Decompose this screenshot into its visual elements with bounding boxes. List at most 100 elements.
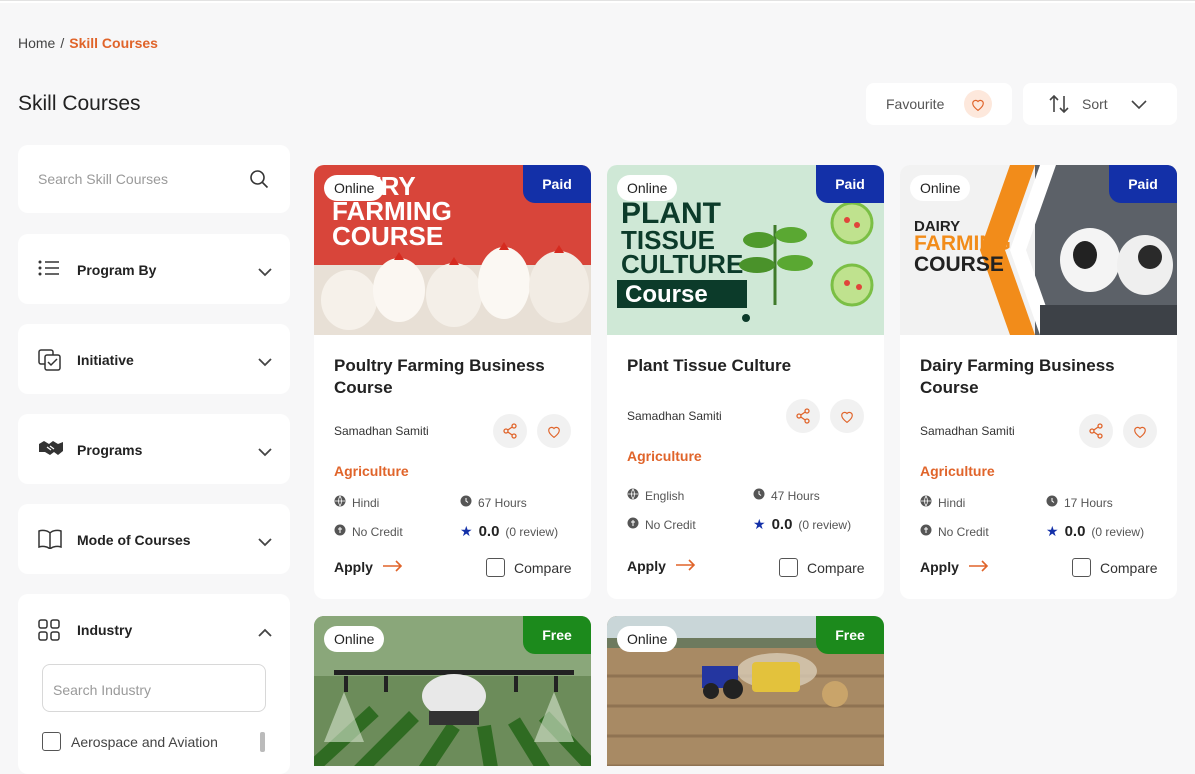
clock-icon — [460, 495, 472, 510]
filter-label: Program By — [77, 262, 157, 278]
mode-badge: Online — [324, 175, 385, 201]
course-provider: Samadhan Samiti — [627, 409, 722, 423]
heart-icon[interactable] — [1123, 414, 1157, 448]
breadcrumb-home[interactable]: Home — [18, 35, 55, 51]
checklist-icon — [38, 349, 62, 371]
credit-label: No Credit — [938, 524, 989, 539]
course-card[interactable]: DAIRY FARMING COURSE Online Paid Dairy F… — [900, 165, 1177, 599]
duration-label: 67 Hours — [478, 495, 527, 510]
chevron-down-icon — [258, 444, 272, 462]
course-rating: ★ 0.0 (0 review) — [753, 516, 851, 533]
price-badge: Paid — [1109, 165, 1177, 203]
top-border — [0, 0, 1195, 3]
sort-button[interactable]: Sort — [1023, 83, 1177, 125]
heart-icon[interactable] — [537, 414, 571, 448]
search-icon[interactable] — [249, 169, 269, 194]
course-category: Agriculture — [627, 448, 702, 464]
chevron-up-icon — [258, 624, 272, 642]
checkbox[interactable] — [486, 558, 505, 577]
filter-programs[interactable]: Programs — [18, 414, 290, 484]
compare-checkbox[interactable]: Compare — [486, 558, 572, 577]
chevron-down-icon — [258, 264, 272, 282]
course-title[interactable]: Dairy Farming Business Course — [920, 355, 1160, 399]
course-provider: Samadhan Samiti — [920, 424, 1015, 438]
apply-button[interactable]: Apply — [627, 558, 696, 574]
course-card[interactable]: PLANT TISSUE CULTURE Course Online Paid … — [607, 165, 884, 599]
course-credit: No Credit — [627, 517, 696, 532]
banner-text: FARMING — [914, 232, 1011, 255]
rating-value: 0.0 — [1064, 523, 1086, 540]
duration-label: 17 Hours — [1064, 495, 1113, 510]
compare-checkbox[interactable]: Compare — [1072, 558, 1158, 577]
filter-label: Programs — [77, 442, 143, 458]
course-category: Agriculture — [920, 463, 995, 479]
share-icon[interactable] — [1079, 414, 1113, 448]
industry-search-input[interactable]: Search Industry — [42, 664, 266, 712]
price-badge: Paid — [523, 165, 591, 203]
price-badge: Paid — [816, 165, 884, 203]
filter-mode-of-courses[interactable]: Mode of Courses — [18, 504, 290, 574]
course-title[interactable]: Plant Tissue Culture — [627, 355, 867, 377]
grid-icon — [38, 619, 62, 641]
favourite-button[interactable]: Favourite — [866, 83, 1012, 125]
language-label: Hindi — [938, 495, 966, 510]
credit-icon — [334, 524, 346, 539]
course-title[interactable]: Poultry Farming Business Course — [334, 355, 574, 399]
course-card[interactable]: Online Free — [607, 616, 884, 766]
review-count: (0 review) — [1091, 524, 1145, 539]
industry-option[interactable]: Aerospace and Aviation — [42, 732, 218, 751]
checkbox[interactable] — [1072, 558, 1091, 577]
apply-label: Apply — [920, 559, 959, 575]
course-card[interactable]: Online Free — [314, 616, 591, 766]
filter-industry[interactable]: Industry Search Industry Aerospace and A… — [18, 594, 290, 774]
course-card[interactable]: ULTRY FARMING COURSE Online Paid Poultry… — [314, 165, 591, 599]
credit-icon — [920, 524, 932, 539]
handshake-icon — [38, 439, 63, 459]
breadcrumb-current: Skill Courses — [69, 35, 158, 51]
share-icon[interactable] — [493, 414, 527, 448]
filter-initiative[interactable]: Initiative — [18, 324, 290, 394]
compare-label: Compare — [807, 559, 865, 576]
course-language: English — [627, 488, 684, 503]
language-label: English — [645, 488, 685, 503]
scrollbar[interactable] — [260, 732, 265, 752]
globe-icon — [627, 488, 639, 503]
review-count: (0 review) — [798, 517, 852, 532]
heart-icon — [964, 90, 992, 118]
course-rating: ★ 0.0 (0 review) — [1046, 523, 1144, 540]
clock-icon — [1046, 495, 1058, 510]
compare-checkbox[interactable]: Compare — [779, 558, 865, 577]
course-duration: 17 Hours — [1046, 495, 1113, 510]
duration-label: 47 Hours — [771, 488, 820, 503]
rating-value: 0.0 — [478, 523, 500, 540]
share-icon[interactable] — [786, 399, 820, 433]
search-input[interactable]: Search Skill Courses — [38, 171, 168, 187]
skill-course-search[interactable]: Search Skill Courses — [18, 145, 290, 213]
mode-badge: Online — [324, 626, 385, 652]
banner-text: Course — [625, 281, 708, 308]
checkbox[interactable] — [779, 558, 798, 577]
apply-label: Apply — [334, 559, 373, 575]
filter-program-by[interactable]: Program By — [18, 234, 290, 304]
language-label: Hindi — [352, 495, 380, 510]
course-category: Agriculture — [334, 463, 409, 479]
globe-icon — [334, 495, 346, 510]
compare-label: Compare — [514, 559, 572, 576]
apply-button[interactable]: Apply — [334, 559, 403, 575]
checkbox[interactable] — [42, 732, 61, 751]
filter-label: Industry — [77, 622, 133, 638]
credit-icon — [627, 517, 639, 532]
sort-label: Sort — [1082, 96, 1108, 112]
heart-icon[interactable] — [830, 399, 864, 433]
chevron-down-icon — [258, 534, 272, 552]
apply-label: Apply — [627, 558, 666, 574]
apply-button[interactable]: Apply — [920, 559, 989, 575]
arrow-right-icon — [382, 559, 403, 575]
course-credit: No Credit — [920, 524, 989, 539]
star-icon: ★ — [460, 523, 473, 539]
filter-label: Initiative — [77, 352, 134, 368]
review-count: (0 review) — [505, 524, 559, 539]
favourite-label: Favourite — [886, 96, 945, 112]
course-rating: ★ 0.0 (0 review) — [460, 523, 558, 540]
mode-badge: Online — [617, 175, 678, 201]
